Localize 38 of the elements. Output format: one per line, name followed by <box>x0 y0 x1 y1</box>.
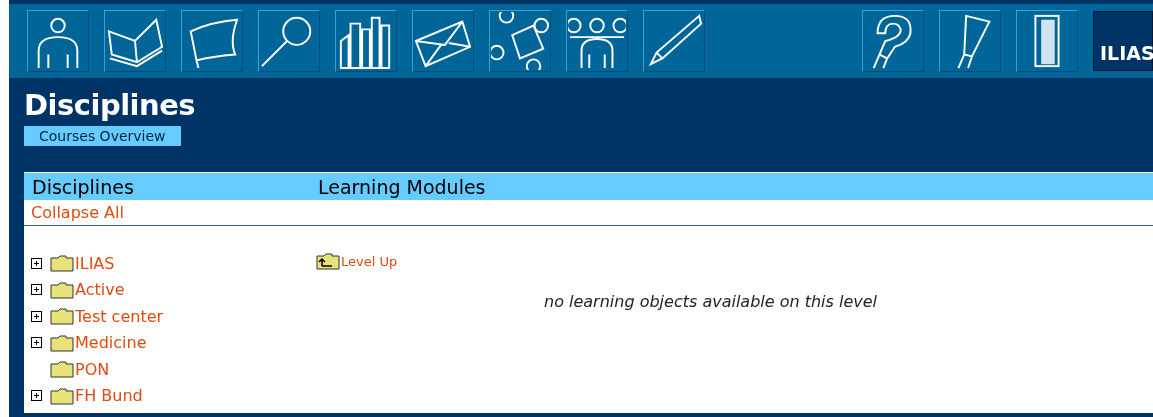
group-icon[interactable] <box>566 10 628 72</box>
tree-item[interactable]: PON <box>75 359 110 379</box>
folder-up-icon <box>316 252 340 270</box>
magnifier-icon[interactable] <box>258 10 320 72</box>
collapse-all-link[interactable]: Collapse All <box>31 203 124 222</box>
tree-item[interactable]: FH Bund <box>75 386 143 406</box>
expand-icon[interactable] <box>31 390 42 402</box>
pencil-icon[interactable] <box>643 10 705 72</box>
empty-message: no learning objects available on this level <box>544 292 879 311</box>
person-icon[interactable] <box>27 10 89 72</box>
question-icon[interactable] <box>862 10 924 72</box>
column-heading: Disciplines <box>31 175 135 198</box>
level-up-link[interactable]: Level Up <box>341 253 398 269</box>
page-title: Disciplines <box>24 88 197 122</box>
expand-icon[interactable] <box>31 337 42 349</box>
tab[interactable]: Courses Overview <box>24 126 181 146</box>
tree-item[interactable]: ILIAS <box>75 253 115 273</box>
folder-icon <box>50 386 74 405</box>
tree-item[interactable]: Active <box>75 280 125 300</box>
column-heading: Learning Modules <box>318 175 486 198</box>
tree-item[interactable]: Test center <box>75 306 164 326</box>
books-icon[interactable] <box>335 10 397 72</box>
folder-icon <box>50 360 74 379</box>
logo: ILIAS <box>1093 11 1153 71</box>
expand-icon[interactable] <box>31 284 42 296</box>
exclamation-icon[interactable] <box>939 10 1001 72</box>
folder-icon <box>50 333 74 352</box>
shapes-icon[interactable] <box>489 10 551 72</box>
flag-icon[interactable] <box>181 10 243 72</box>
folder-icon <box>50 307 74 326</box>
expand-icon[interactable] <box>31 257 42 269</box>
book-icon[interactable] <box>104 10 166 72</box>
folder-icon <box>50 280 74 299</box>
door-icon[interactable] <box>1016 10 1078 72</box>
tree-item[interactable]: Medicine <box>75 333 147 353</box>
envelope-icon[interactable] <box>412 10 474 72</box>
folder-icon <box>50 254 74 273</box>
expand-icon[interactable] <box>31 310 42 322</box>
